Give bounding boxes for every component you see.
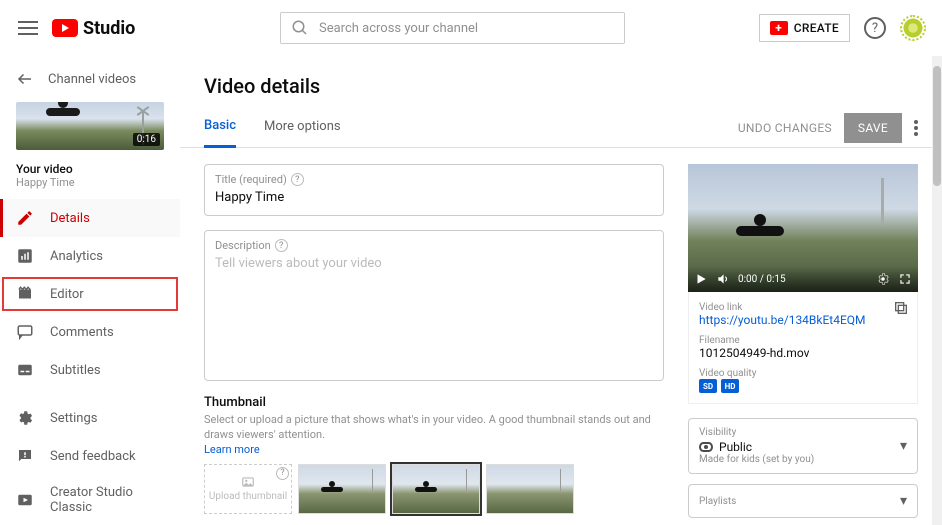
playlists-label: Playlists [699,496,900,507]
scrollbar[interactable] [932,56,942,525]
thumb-duration: 0:16 [133,133,160,146]
tab-more-options[interactable]: More options [264,109,341,146]
help-icon[interactable]: ? [275,239,288,252]
clapperboard-icon [16,285,34,303]
upload-thumbnail-button[interactable]: Upload thumbnail ? [204,464,292,514]
analytics-icon [16,247,34,265]
settings-icon[interactable] [876,272,890,286]
eye-icon [699,442,713,452]
sidebar-item-settings[interactable]: Settings [0,399,180,437]
video-link[interactable]: https://youtu.be/134BkEt4EQM [699,313,907,327]
sidebar-item-label: Creator Studio Classic [50,485,164,515]
more-actions-icon[interactable] [914,120,918,136]
search-icon [291,19,309,37]
visibility-value: Public [719,440,752,454]
sidebar-item-label: Editor [50,287,84,302]
sidebar-item-label: Analytics [50,249,103,264]
your-video-title: Happy Time [16,176,164,189]
thumbnail-heading: Thumbnail [204,395,664,410]
search-input[interactable]: Search across your channel [280,12,625,44]
gear-icon [16,409,34,427]
filename-value: 1012504949-hd.mov [699,346,907,360]
thumbnail-option-3[interactable] [486,464,574,514]
volume-icon[interactable] [716,272,730,286]
video-link-label: Video link [699,302,907,313]
title-label: Title (required) [215,173,287,186]
studio-logo[interactable]: Studio [52,18,135,39]
video-preview[interactable]: 0:00 / 0:15 [688,164,918,292]
sidebar-item-comments[interactable]: Comments [0,313,180,351]
tab-basic[interactable]: Basic [204,108,236,148]
play-icon[interactable] [694,272,708,286]
brand-text: Studio [83,18,135,39]
hd-badge: HD [721,379,739,393]
sd-badge: SD [699,379,717,393]
visibility-dropdown[interactable]: Visibility Public Made for kids (set by … [688,418,918,474]
description-field[interactable]: Description? [204,230,664,381]
arrow-left-icon [16,70,34,88]
description-label: Description [215,239,271,252]
thumbnail-sub: Select or upload a picture that shows wh… [204,412,664,443]
back-label: Channel videos [48,72,136,87]
help-icon[interactable]: ? [276,467,289,480]
your-video-heading: Your video [16,162,164,176]
help-icon[interactable]: ? [291,173,304,186]
sidebar-item-analytics[interactable]: Analytics [0,237,180,275]
account-avatar[interactable] [900,15,926,41]
fullscreen-icon[interactable] [898,272,912,286]
undo-changes-button[interactable]: UNDO CHANGES [738,121,832,135]
save-button[interactable]: SAVE [844,113,902,143]
copy-icon[interactable] [893,300,909,316]
title-input[interactable] [215,190,653,205]
visibility-sub: Made for kids (set by you) [699,454,900,465]
back-to-channel-videos[interactable]: Channel videos [0,56,180,102]
sidebar-item-feedback[interactable]: Send feedback [0,437,180,475]
title-field[interactable]: Title (required)? [204,164,664,216]
sidebar-item-editor[interactable]: Editor [0,275,180,313]
sidebar-item-subtitles[interactable]: Subtitles [0,351,180,389]
playlists-dropdown[interactable]: Playlists ▾ [688,484,918,518]
quality-label: Video quality [699,368,907,379]
page-title: Video details [180,56,942,98]
sidebar-item-label: Send feedback [50,449,136,464]
learn-more-link[interactable]: Learn more [204,443,664,456]
filename-label: Filename [699,335,907,346]
thumbnail-option-1[interactable] [298,464,386,514]
menu-icon[interactable] [16,16,40,40]
sidebar-item-details[interactable]: Details [0,199,180,237]
description-input[interactable] [215,256,653,366]
sidebar-item-label: Details [50,211,90,226]
comment-icon [16,323,34,341]
help-icon[interactable]: ? [864,17,886,39]
video-thumbnail[interactable]: 0:16 [16,102,164,150]
visibility-label: Visibility [699,427,900,438]
upload-thumbnail-label: Upload thumbnail [209,491,287,502]
sidebar-item-label: Settings [50,411,97,426]
sidebar-item-classic[interactable]: Creator Studio Classic [0,475,180,525]
search-placeholder: Search across your channel [319,21,478,36]
player-time: 0:00 / 0:15 [738,274,786,285]
create-button[interactable]: CREATE [759,14,850,42]
create-label: CREATE [794,21,839,35]
classic-icon [16,491,34,509]
camera-icon [770,21,788,35]
chevron-down-icon: ▾ [900,493,907,509]
thumbnail-option-2[interactable] [392,464,480,514]
sidebar-item-label: Comments [50,325,114,340]
image-upload-icon [239,475,257,489]
subtitles-icon [16,361,34,379]
sidebar-item-label: Subtitles [50,363,101,378]
chevron-down-icon: ▾ [900,438,907,454]
youtube-icon [52,19,78,37]
pencil-icon [16,209,34,227]
feedback-icon [16,447,34,465]
sidebar: Channel videos 0:16 Your video Happy Tim… [0,56,180,525]
